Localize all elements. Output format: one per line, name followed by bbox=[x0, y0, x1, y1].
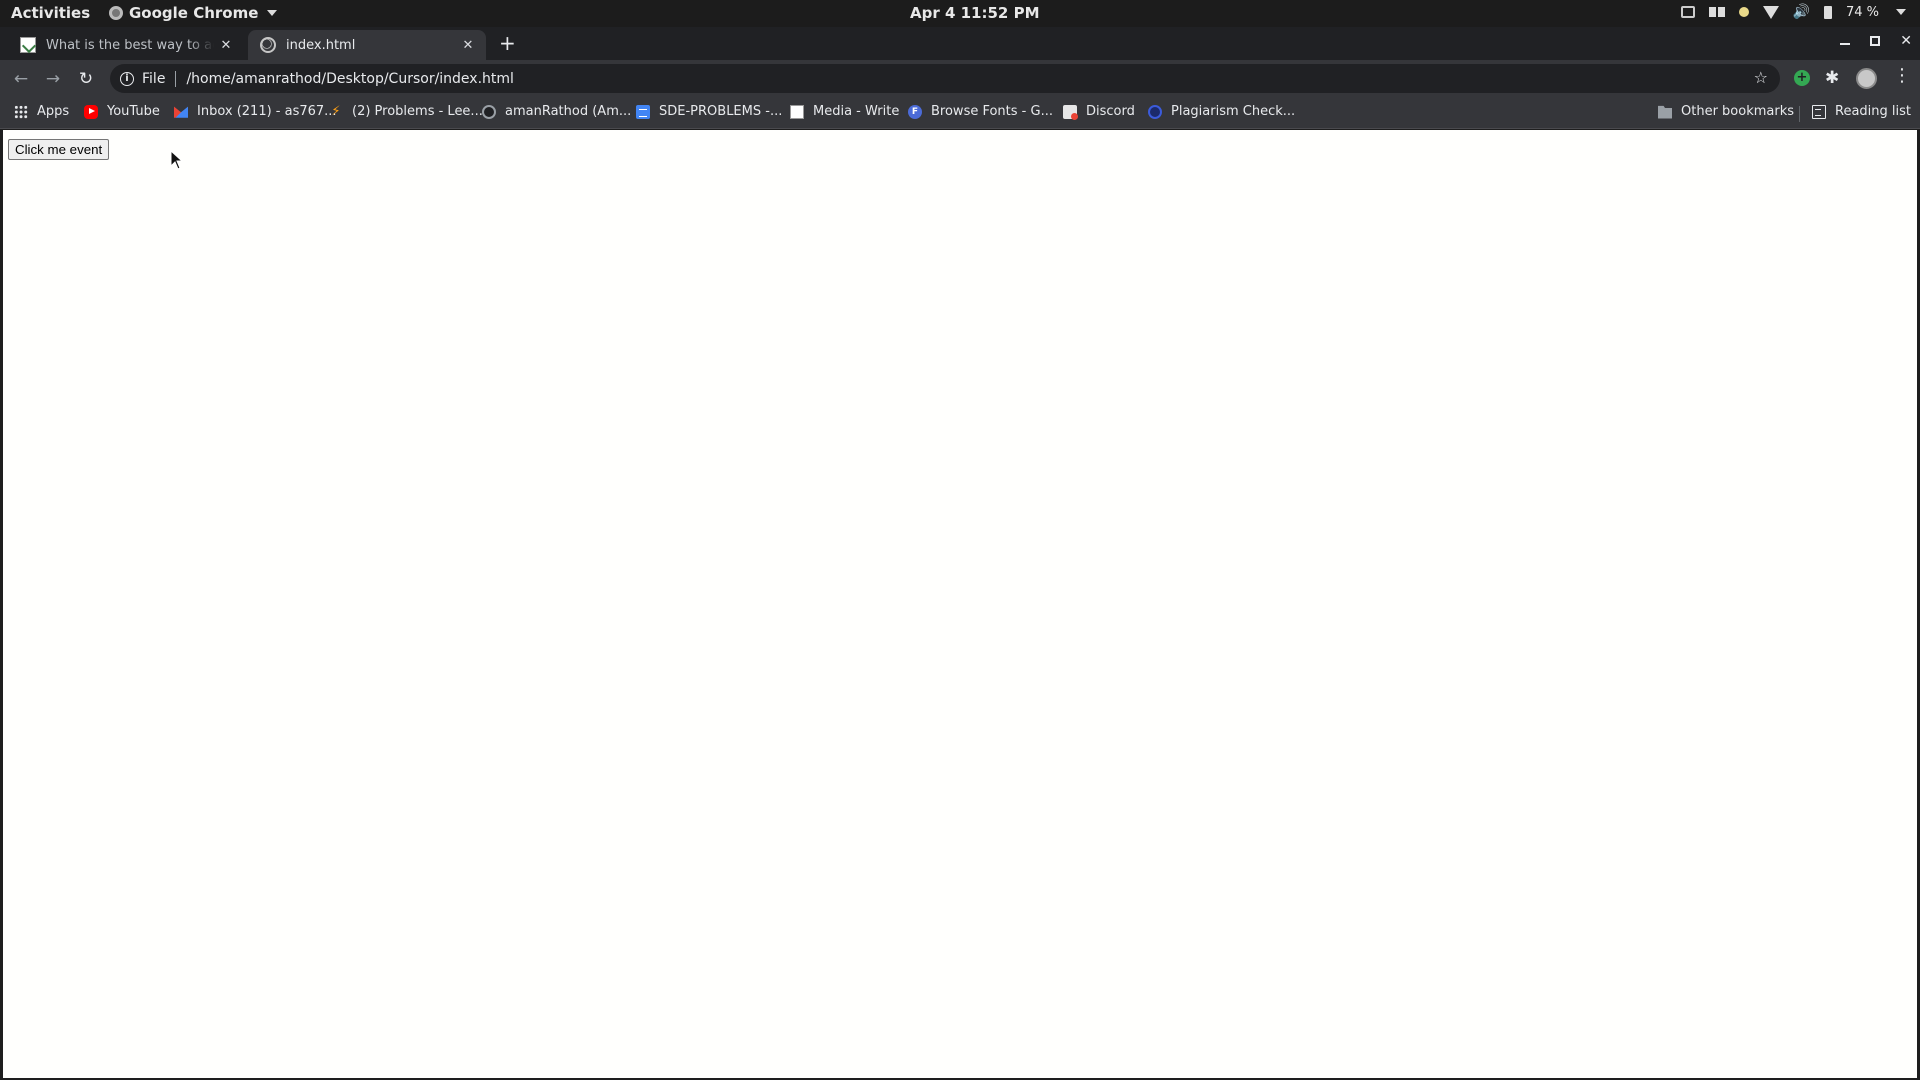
bookmark-label: amanRathod (Am... bbox=[505, 104, 632, 119]
github-icon bbox=[482, 104, 496, 119]
battery-percent[interactable]: 74 % bbox=[1846, 5, 1879, 20]
profile-avatar[interactable] bbox=[1856, 68, 1877, 89]
activities-button[interactable]: Activities bbox=[11, 4, 90, 22]
gmail-icon bbox=[174, 106, 188, 118]
chevron-down-icon[interactable] bbox=[1896, 9, 1906, 15]
bookmark-label: Browse Fonts - G... bbox=[931, 104, 1053, 119]
kebab-menu-icon[interactable]: ⋮ bbox=[1893, 67, 1911, 85]
close-window-icon[interactable]: ✕ bbox=[1900, 33, 1912, 49]
click-me-event-button[interactable]: Click me event bbox=[8, 139, 110, 160]
extensions-puzzle-icon[interactable]: ✱ bbox=[1825, 68, 1839, 88]
other-bookmarks-label: Other bookmarks bbox=[1681, 104, 1795, 119]
other-bookmarks[interactable]: Other bookmarks bbox=[1658, 104, 1794, 119]
bookmark-label: Media - Write bbox=[813, 104, 900, 119]
bookmark-discord[interactable]: Discord bbox=[1063, 104, 1135, 120]
apps-grid-icon bbox=[14, 104, 28, 119]
bookmarks-bar: Apps YouTube Inbox (211) - as767... ⚡ (2… bbox=[0, 97, 1920, 129]
youtube-icon bbox=[84, 104, 98, 119]
minimize-icon[interactable] bbox=[1840, 43, 1851, 45]
mouse-cursor-icon bbox=[170, 149, 184, 174]
url-scheme-label: File bbox=[142, 70, 166, 87]
system-tray[interactable]: 🔊 74 % bbox=[1680, 4, 1906, 20]
tab-index-html[interactable]: index.html ✕ bbox=[248, 30, 486, 60]
battery-icon[interactable] bbox=[1823, 5, 1832, 19]
bookmark-label: (2) Problems - Lee... bbox=[352, 104, 483, 119]
leetcode-icon: ⚡ bbox=[331, 103, 341, 119]
info-icon[interactable]: i bbox=[120, 71, 134, 86]
workspace-icon[interactable] bbox=[1708, 7, 1725, 17]
folder-icon bbox=[1658, 105, 1672, 119]
close-icon[interactable]: ✕ bbox=[456, 38, 480, 53]
plagiarism-icon bbox=[1148, 104, 1162, 119]
bookmark-leetcode[interactable]: ⚡ (2) Problems - Lee... bbox=[329, 103, 483, 119]
app-menu[interactable]: Google Chrome bbox=[109, 4, 278, 22]
bookmark-plagiarism[interactable]: Plagiarism Check... bbox=[1148, 104, 1295, 119]
reload-icon[interactable]: ↻ bbox=[74, 67, 98, 91]
extension-plus-icon[interactable]: + bbox=[1794, 70, 1810, 86]
address-bar[interactable]: i File /home/amanrathod/Desktop/Cursor/i… bbox=[110, 64, 1780, 93]
window-controls: ✕ bbox=[1840, 33, 1912, 49]
bookmark-youtube[interactable]: YouTube bbox=[84, 104, 160, 119]
fonts-icon: F bbox=[908, 104, 922, 119]
bookmark-apps[interactable]: Apps bbox=[14, 104, 69, 119]
page-viewport: Click me event bbox=[3, 130, 1917, 1078]
reading-list-label: Reading list bbox=[1835, 104, 1911, 119]
tab-title: What is the best way to add a bbox=[46, 37, 214, 53]
divider bbox=[1799, 106, 1800, 122]
bookmark-gmail[interactable]: Inbox (211) - as767... bbox=[174, 104, 337, 119]
divider bbox=[175, 70, 177, 87]
bookmark-label: Plagiarism Check... bbox=[1171, 104, 1296, 119]
gnome-top-bar: Activities Google Chrome Apr 4 11:52 PM … bbox=[0, 0, 1920, 27]
tab-strip: What is the best way to add a ✕ index.ht… bbox=[0, 27, 1920, 60]
reading-list[interactable]: Reading list bbox=[1812, 104, 1911, 119]
bookmark-sde-problems[interactable]: SDE-PROBLEMS -... bbox=[636, 104, 782, 119]
browser-toolbar: ← → ↻ i File /home/amanrathod/Desktop/Cu… bbox=[0, 60, 1920, 97]
wifi-icon[interactable] bbox=[1762, 5, 1779, 19]
screen-share-icon[interactable] bbox=[1680, 6, 1695, 18]
globe-icon bbox=[260, 37, 276, 53]
forward-arrow-icon[interactable]: → bbox=[41, 67, 65, 91]
status-dot-icon[interactable] bbox=[1738, 7, 1749, 17]
docs-icon bbox=[636, 104, 650, 119]
bookmark-label: SDE-PROBLEMS -... bbox=[659, 104, 783, 119]
back-arrow-icon[interactable]: ← bbox=[9, 67, 33, 91]
new-tab-icon[interactable]: + bbox=[499, 31, 516, 55]
close-icon[interactable]: ✕ bbox=[214, 38, 238, 53]
bookmark-label: Discord bbox=[1086, 104, 1135, 119]
app-name: Google Chrome bbox=[129, 4, 259, 22]
tab-title: index.html bbox=[286, 37, 356, 53]
bookmark-label: YouTube bbox=[107, 104, 160, 119]
chevron-down-icon bbox=[267, 10, 278, 16]
clock[interactable]: Apr 4 11:52 PM bbox=[910, 4, 1040, 22]
doc-favicon-icon bbox=[20, 37, 36, 53]
discord-icon bbox=[1063, 104, 1078, 120]
tab-stackoverflow[interactable]: What is the best way to add a ✕ bbox=[8, 30, 244, 60]
reading-list-icon bbox=[1812, 104, 1826, 119]
volume-icon[interactable]: 🔊 bbox=[1793, 4, 1810, 20]
url-text[interactable]: /home/amanrathod/Desktop/Cursor/index.ht… bbox=[186, 71, 514, 87]
bookmark-media[interactable]: Media - Write bbox=[790, 104, 899, 119]
bookmark-github[interactable]: amanRathod (Am... bbox=[482, 104, 631, 119]
media-icon bbox=[790, 104, 804, 119]
bookmark-fonts[interactable]: F Browse Fonts - G... bbox=[908, 104, 1053, 119]
bookmark-label: Inbox (211) - as767... bbox=[197, 104, 337, 119]
bookmark-label: Apps bbox=[37, 104, 70, 119]
bookmark-star-icon[interactable]: ☆ bbox=[1754, 68, 1768, 87]
maximize-icon[interactable] bbox=[1870, 36, 1881, 46]
chrome-icon bbox=[109, 6, 123, 20]
